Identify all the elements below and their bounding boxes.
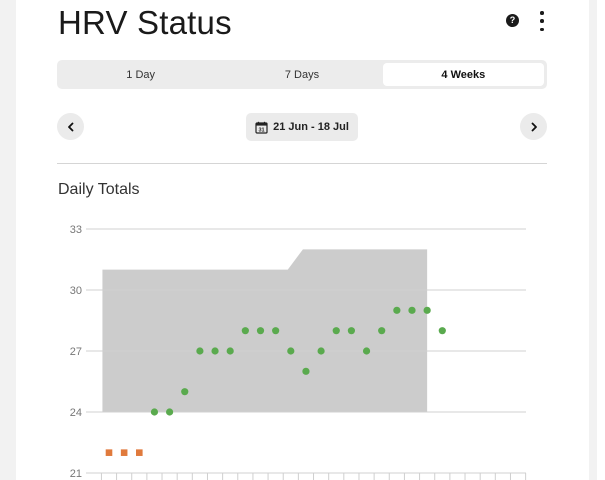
hrv-point xyxy=(378,327,386,335)
page-edge xyxy=(597,0,605,480)
y-tick-label: 33 xyxy=(70,224,82,236)
y-tick-label: 30 xyxy=(70,285,82,297)
y-tick-label: 27 xyxy=(70,346,82,358)
low-hrv-point xyxy=(105,449,113,456)
hrv-point xyxy=(302,367,310,375)
hrv-point xyxy=(423,306,431,314)
hrv-point xyxy=(256,327,265,335)
y-tick-label: 21 xyxy=(70,468,82,480)
low-hrv-point xyxy=(120,449,128,456)
hrv-point xyxy=(347,327,355,335)
hrv-point xyxy=(317,347,325,355)
hrv-point xyxy=(181,388,189,396)
hrv-point xyxy=(362,347,371,355)
hrv-point xyxy=(241,327,249,335)
hrv-point xyxy=(226,347,234,355)
hrv-point xyxy=(272,327,280,335)
hrv-point xyxy=(211,347,219,355)
hrv-point xyxy=(408,306,416,314)
hrv-status-card: HRV Status ? 1 Day 7 Days 4 Weeks 31 21 … xyxy=(16,0,589,480)
hrv-point xyxy=(196,347,204,355)
y-tick-label: 24 xyxy=(70,407,82,419)
hrv-point xyxy=(332,327,340,335)
hrv-point xyxy=(166,408,174,416)
low-hrv-point xyxy=(136,449,143,456)
hrv-point xyxy=(150,408,159,416)
daily-totals-chart: 33 30 27 24 21 xyxy=(70,224,527,480)
hrv-point xyxy=(393,306,401,314)
hrv-point xyxy=(287,347,295,355)
hrv-point xyxy=(438,327,446,335)
